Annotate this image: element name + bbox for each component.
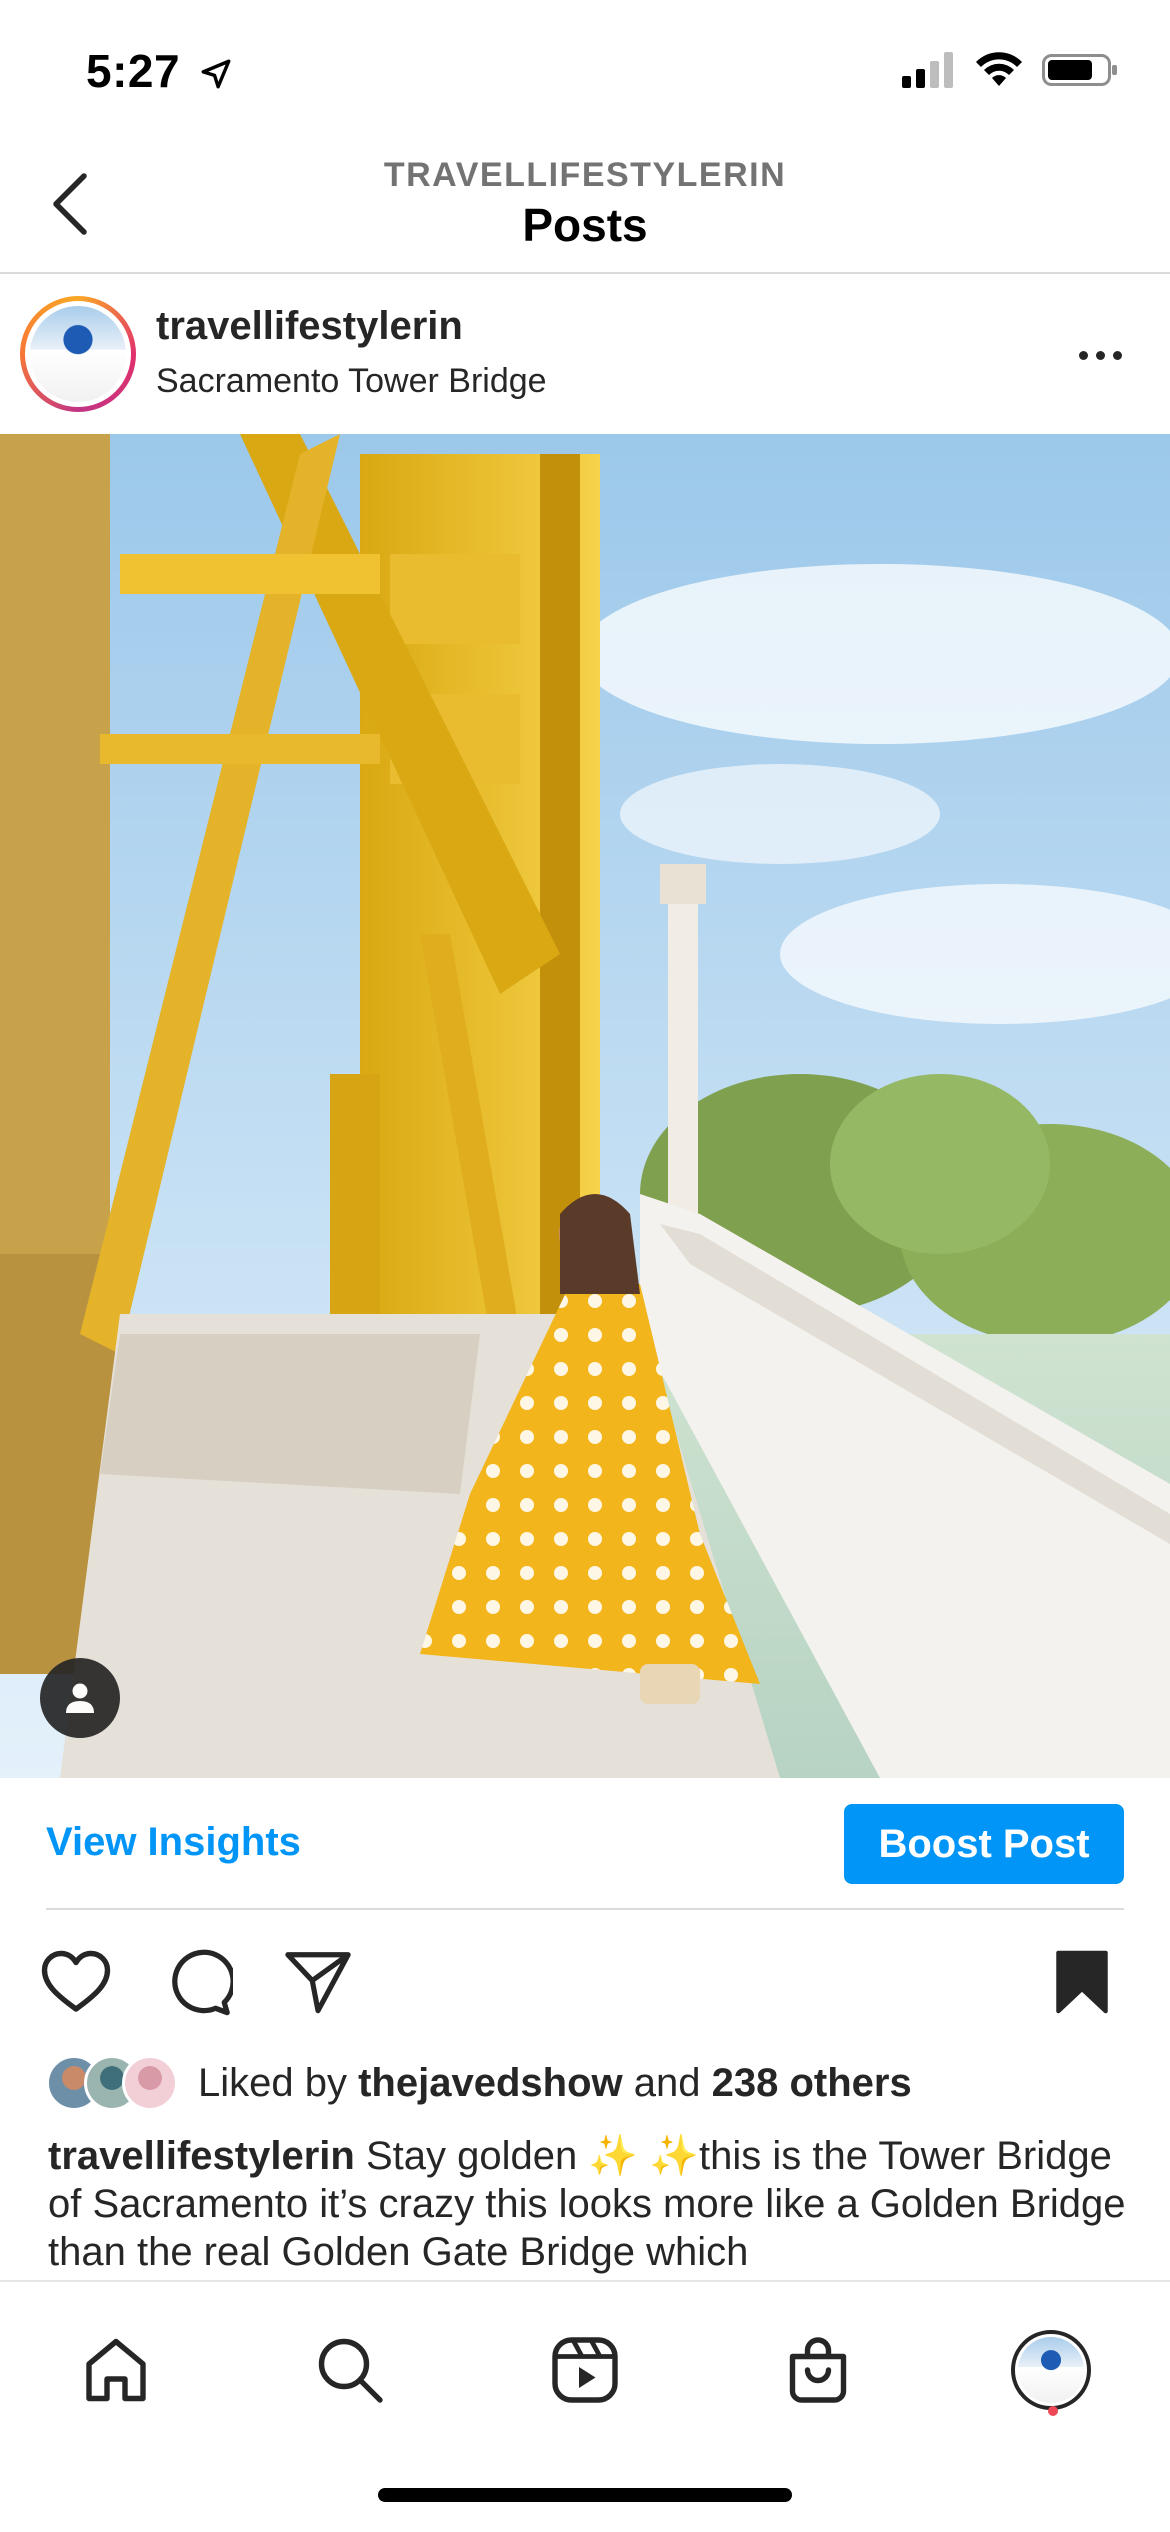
avatar[interactable] [20,296,136,412]
paper-plane-icon [285,1952,351,2014]
status-time-text: 5:27 [86,45,181,97]
home-indicator [378,2488,792,2502]
tag-people-button[interactable] [40,1658,120,1738]
account-name: TRAVELLIFESTYLERIN [383,156,787,194]
liked-by-user[interactable]: thejavedshow [358,2061,623,2105]
liker-avatar [122,2055,178,2111]
save-button[interactable] [1042,1942,1122,2022]
nav-header: TRAVELLIFESTYLERIN Posts [0,140,1170,274]
wifi-icon [976,52,1022,86]
more-options-button[interactable] [1070,330,1130,380]
profile-avatar [1011,2330,1091,2410]
more-dot [1078,350,1088,360]
like-button[interactable] [36,1942,116,2022]
divider [46,1908,1124,1910]
tab-search[interactable] [302,2322,398,2418]
shop-icon [789,2337,847,2403]
post-photo[interactable] [0,434,1170,1778]
view-insights-link[interactable]: View Insights [46,1820,301,1865]
post-header: travellifestylerin Sacramento Tower Brid… [0,274,1170,434]
tab-reels[interactable] [537,2322,633,2418]
cellular-signal-icon [902,52,953,88]
liker-avatars [46,2055,180,2111]
person-icon [66,1683,94,1713]
comment-icon [172,1949,233,2016]
home-icon [86,2338,146,2402]
status-time: 5:27 [86,44,233,102]
likes-and: and [622,2060,712,2105]
notification-dot [1048,2406,1058,2416]
caption-username[interactable]: travellifestylerin [48,2134,355,2178]
post-photo-illustration [0,434,1170,1778]
share-button[interactable] [278,1942,358,2022]
tab-home[interactable] [68,2322,164,2418]
likes-row[interactable]: Liked by thejavedshow and 238 others [46,2050,1126,2116]
post-actions [0,1942,1170,2026]
tab-profile[interactable] [1003,2322,1099,2418]
more-dot [1112,350,1122,360]
likes-others[interactable]: 238 others [712,2061,912,2105]
profile-avatar-image [1018,2337,1084,2403]
likes-text: Liked by thejavedshow and 238 others [198,2061,912,2106]
likes-prefix: Liked by [198,2060,359,2105]
more-dot [1095,350,1105,360]
post-location[interactable]: Sacramento Tower Bridge [156,362,547,401]
bookmark-filled-icon [1056,1950,1108,2014]
tab-shop[interactable] [770,2322,866,2418]
post-caption[interactable]: travellifestylerin Stay golden ✨ ✨this i… [48,2132,1128,2278]
insights-row: View Insights Boost Post [0,1778,1170,1910]
post-username[interactable]: travellifestylerin [156,304,463,349]
location-arrow-icon [199,48,233,102]
boost-post-button[interactable]: Boost Post [844,1804,1124,1884]
search-icon [318,2338,383,2403]
reels-icon [552,2337,618,2403]
status-icons [902,52,1118,88]
battery-icon [1042,54,1117,86]
avatar-image [30,306,126,402]
heart-icon [41,1950,111,2012]
comment-button[interactable] [158,1942,238,2022]
page-title: Posts [522,199,648,251]
status-bar: 5:27 [0,0,1170,140]
